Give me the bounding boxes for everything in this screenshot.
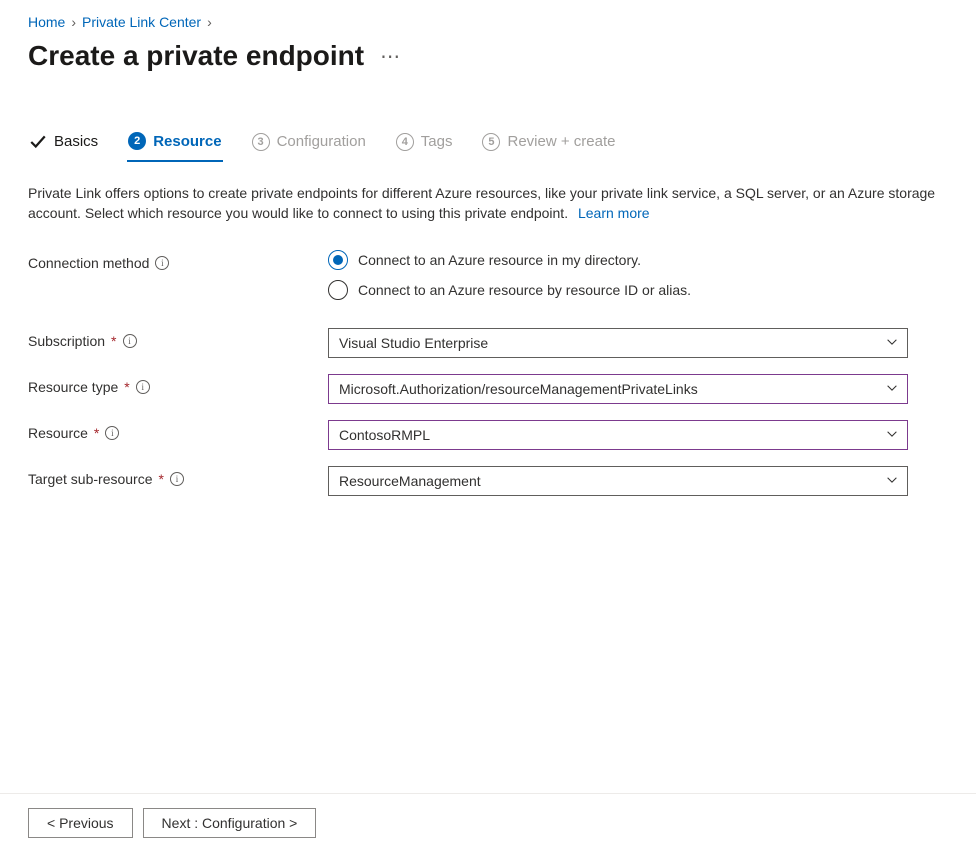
info-icon[interactable]: i xyxy=(123,334,137,348)
required-indicator: * xyxy=(111,333,116,349)
tab-configuration[interactable]: 3 Configuration xyxy=(251,129,367,161)
previous-button[interactable]: < Previous xyxy=(28,808,133,838)
info-icon[interactable]: i xyxy=(155,256,169,270)
tab-label: Tags xyxy=(421,133,453,150)
step-number-icon: 4 xyxy=(396,133,414,151)
select-value: Visual Studio Enterprise xyxy=(339,335,488,351)
chevron-down-icon xyxy=(885,380,899,397)
radio-label: Connect to an Azure resource by resource… xyxy=(358,282,691,298)
step-number-icon: 2 xyxy=(128,132,146,150)
step-number-icon: 3 xyxy=(252,133,270,151)
info-icon[interactable]: i xyxy=(136,380,150,394)
tab-label: Resource xyxy=(153,133,221,150)
tab-label: Review + create xyxy=(507,133,615,150)
select-value: Microsoft.Authorization/resourceManageme… xyxy=(339,381,698,397)
required-indicator: * xyxy=(124,379,129,395)
chevron-down-icon xyxy=(885,334,899,351)
required-indicator: * xyxy=(159,471,164,487)
info-icon[interactable]: i xyxy=(170,472,184,486)
resource-type-select[interactable]: Microsoft.Authorization/resourceManageme… xyxy=(328,374,908,404)
select-value: ResourceManagement xyxy=(339,473,481,489)
footer: < Previous Next : Configuration > xyxy=(0,793,976,852)
select-value: ContosoRMPL xyxy=(339,427,430,443)
subscription-select[interactable]: Visual Studio Enterprise xyxy=(328,328,908,358)
chevron-right-icon: › xyxy=(71,14,76,30)
target-sub-resource-select[interactable]: ResourceManagement xyxy=(328,466,908,496)
tab-basics[interactable]: Basics xyxy=(28,129,99,161)
label-connection-method: Connection method xyxy=(28,255,149,271)
radio-icon xyxy=(328,250,348,270)
radio-connect-directory[interactable]: Connect to an Azure resource in my direc… xyxy=(328,250,908,270)
breadcrumb: Home › Private Link Center › xyxy=(28,14,948,30)
tab-label: Basics xyxy=(54,133,98,150)
next-configuration-button[interactable]: Next : Configuration > xyxy=(143,808,317,838)
tabs: Basics 2 Resource 3 Configuration 4 Tags… xyxy=(28,128,948,161)
radio-connect-resource-id[interactable]: Connect to an Azure resource by resource… xyxy=(328,280,908,300)
chevron-down-icon xyxy=(885,472,899,489)
radio-icon xyxy=(328,280,348,300)
tab-resource[interactable]: 2 Resource xyxy=(127,128,222,162)
learn-more-link[interactable]: Learn more xyxy=(578,205,650,221)
label-target-sub-resource: Target sub-resource xyxy=(28,471,153,487)
label-resource-type: Resource type xyxy=(28,379,118,395)
breadcrumb-private-link-center[interactable]: Private Link Center xyxy=(82,14,201,30)
tab-tags[interactable]: 4 Tags xyxy=(395,129,454,161)
tab-label: Configuration xyxy=(277,133,366,150)
resource-select[interactable]: ContosoRMPL xyxy=(328,420,908,450)
radio-label: Connect to an Azure resource in my direc… xyxy=(358,252,641,268)
label-resource: Resource xyxy=(28,425,88,441)
label-subscription: Subscription xyxy=(28,333,105,349)
chevron-right-icon: › xyxy=(207,14,212,30)
info-icon[interactable]: i xyxy=(105,426,119,440)
page-title: Create a private endpoint xyxy=(28,40,364,72)
checkmark-icon xyxy=(29,133,47,151)
more-actions-icon[interactable]: ⋯ xyxy=(380,44,401,69)
intro-text: Private Link offers options to create pr… xyxy=(28,183,940,224)
chevron-down-icon xyxy=(885,426,899,443)
required-indicator: * xyxy=(94,425,99,441)
step-number-icon: 5 xyxy=(482,133,500,151)
tab-review-create[interactable]: 5 Review + create xyxy=(481,129,616,161)
breadcrumb-home[interactable]: Home xyxy=(28,14,65,30)
